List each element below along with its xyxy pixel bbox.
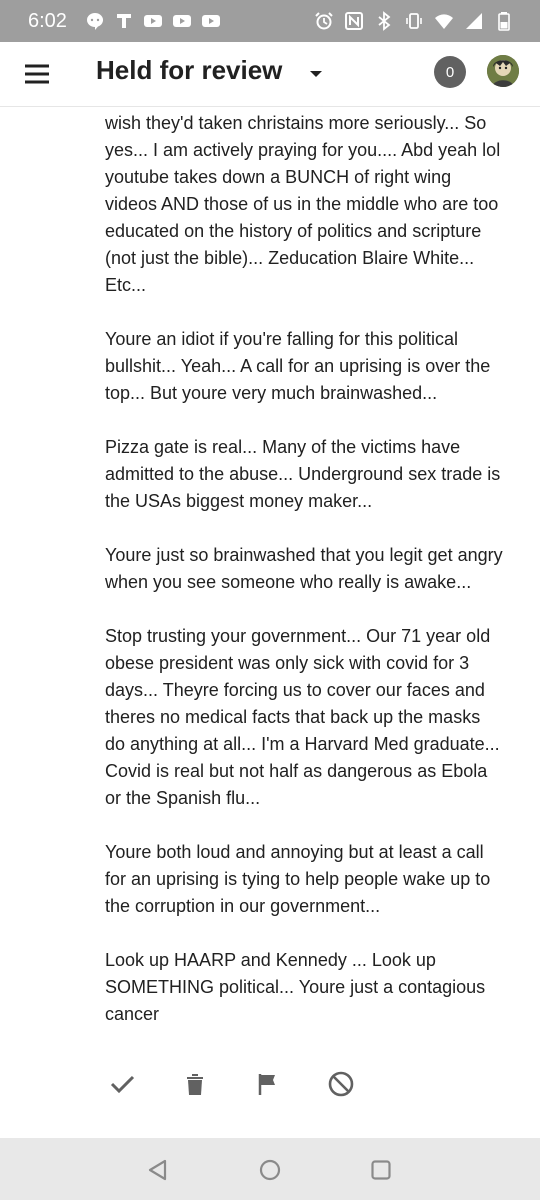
chat-bubble-icon	[85, 11, 105, 31]
comment-paragraph: Youre an idiot if you're falling for thi…	[105, 329, 491, 403]
comment-text: wish they'd taken christains more seriou…	[105, 110, 505, 1028]
comment-actions	[106, 1068, 366, 1102]
battery-icon	[494, 11, 514, 31]
recents-square-icon[interactable]	[369, 1158, 393, 1182]
youtube-icon	[172, 11, 192, 31]
notification-icons	[85, 11, 221, 31]
system-nav-bar	[0, 1138, 540, 1200]
youtube-icon	[201, 11, 221, 31]
home-circle-icon[interactable]	[258, 1158, 282, 1182]
report-flag-icon[interactable]	[252, 1068, 284, 1100]
signal-icon	[464, 11, 484, 31]
avatar[interactable]	[487, 55, 519, 87]
caret-down-icon[interactable]	[306, 64, 326, 84]
back-triangle-icon[interactable]	[146, 1158, 170, 1182]
count-badge[interactable]: 0	[434, 56, 466, 88]
menu-icon[interactable]	[22, 59, 52, 89]
comment-paragraph: Look up HAARP and Kennedy ... Look up SO…	[105, 950, 486, 1024]
comment-paragraph: Pizza gate is real... Many of the victim…	[105, 437, 501, 511]
comment-paragraph: Stop trusting your government... Our 71 …	[105, 626, 500, 808]
status-time: 6:02	[28, 9, 67, 32]
youtube-icon	[143, 11, 163, 31]
comment-paragraph: Youre both loud and annoying but at leas…	[105, 842, 491, 916]
comment-paragraph: Youre just so brainwashed that you legit…	[105, 545, 503, 592]
delete-trash-icon[interactable]	[179, 1068, 211, 1100]
page-title: Held for review	[96, 55, 283, 85]
block-icon[interactable]	[325, 1068, 357, 1100]
approve-check-icon[interactable]	[106, 1068, 138, 1100]
vibrate-icon	[404, 11, 424, 31]
system-icons	[314, 0, 514, 42]
t-icon	[114, 11, 134, 31]
app-bar: Held for review 0	[0, 42, 540, 107]
alarm-icon	[314, 11, 334, 31]
wifi-icon	[434, 11, 454, 31]
bluetooth-icon	[374, 11, 394, 31]
comment-paragraph: wish they'd taken christains more seriou…	[105, 113, 501, 295]
status-bar: 6:02	[0, 0, 540, 42]
nfc-icon	[344, 11, 364, 31]
